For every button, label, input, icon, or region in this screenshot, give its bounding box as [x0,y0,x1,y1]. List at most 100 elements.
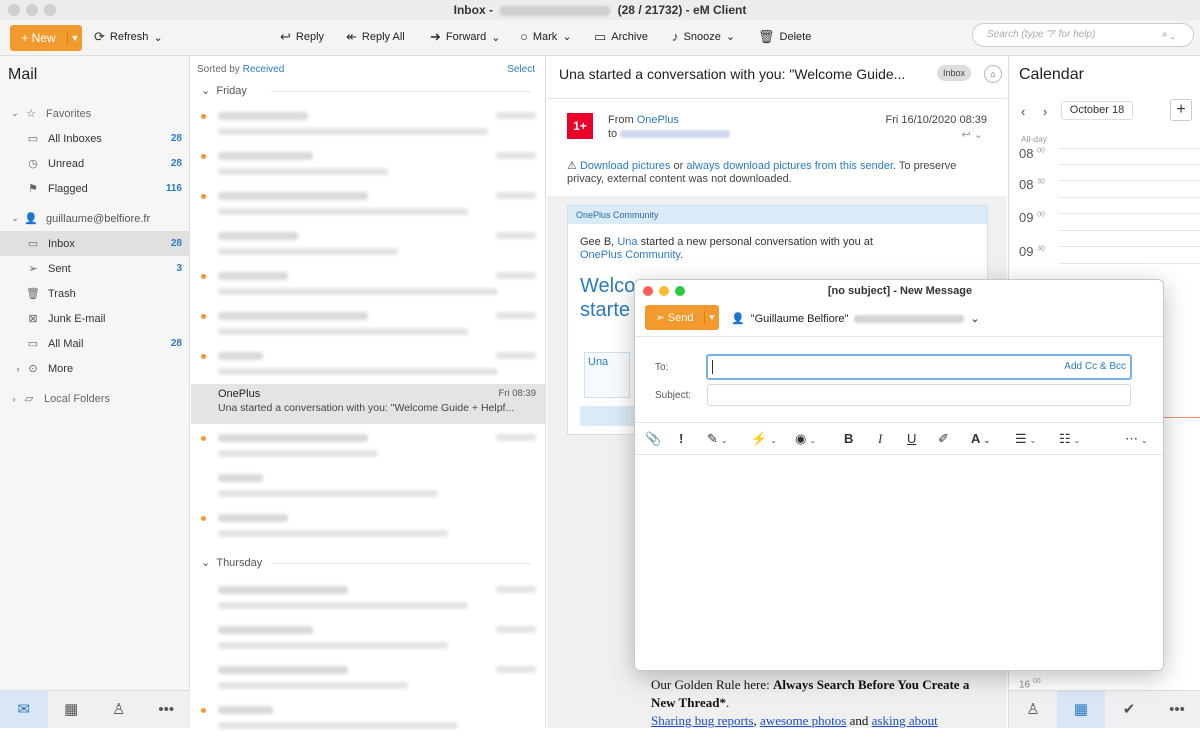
search-icon[interactable]: ⌕ ⌄ [1162,24,1175,46]
calendar-module-icon[interactable]: ▦ [48,691,96,728]
minimize-window-button[interactable] [26,4,38,16]
list-item[interactable] [191,226,546,266]
signature-icon[interactable]: ✎ ⌄ [707,431,728,447]
always-download-link[interactable]: always download pictures from this sende… [686,160,893,172]
list-item-selected[interactable]: OnePlus Una started a conversation with … [191,384,546,424]
new-button[interactable]: + New ▼ [10,25,82,51]
send-button[interactable]: ➢ Send ▼ [645,305,719,330]
subject-field[interactable] [707,384,1131,406]
chevron-down-icon[interactable]: ⌄ [201,85,210,97]
select-button[interactable]: Select [507,64,535,75]
chevron-down-icon[interactable]: ⌄ [201,557,210,569]
send-main[interactable]: ➢ Send [645,311,705,324]
download-pictures-link[interactable]: Download pictures [580,160,671,172]
asking-about-link[interactable]: asking about [872,713,938,728]
list-item[interactable] [191,508,546,548]
mail-module-icon[interactable]: ✉ [0,691,48,728]
search-input[interactable]: Search (type '?' for help) ⌕ ⌄ [972,23,1194,47]
calendar-icon[interactable]: ▦ [1057,691,1105,728]
contacts-icon[interactable]: ♙ [1009,691,1057,728]
list-item[interactable] [191,306,546,346]
group-header-friday[interactable]: ⌄ Friday [201,84,531,97]
sidebar-item-local-folders[interactable]: › ▱ Local Folders [0,386,190,411]
more-modules-icon[interactable]: ••• [143,691,191,728]
italic-icon[interactable]: I [878,431,882,447]
underline-icon[interactable]: U [907,431,916,446]
forward-button[interactable]: ➜ Forward ⌄ [430,29,500,45]
list-item[interactable] [191,580,546,620]
list-item[interactable] [191,428,546,468]
more-icon[interactable]: ••• [1153,691,1200,728]
chevron-right-icon[interactable]: › [10,394,18,404]
zoom-window-button[interactable] [44,4,56,16]
more-options-icon[interactable]: ⋯ ⌄ [1125,431,1148,447]
sidebar-item-sent[interactable]: ➢ Sent 3 [0,256,190,281]
photos-link[interactable]: awesome photos [760,713,846,728]
snooze-button[interactable]: ♪ Snooze ⌄ [672,29,735,44]
chevron-right-icon[interactable]: › [1043,104,1047,119]
list-item[interactable] [191,620,546,660]
new-dropdown-icon[interactable]: ▼ [68,33,82,43]
add-cc-bcc-link[interactable]: Add Cc & Bcc [1064,361,1126,372]
chevron-down-icon[interactable]: ⌄ [8,108,22,119]
reply-icon[interactable]: ↩ ⌄ [962,128,984,141]
user-link[interactable]: Una [617,236,637,248]
chevron-down-icon[interactable]: ⌄ [153,31,162,44]
quick-actions-icon[interactable]: ⚡ ⌄ [751,431,777,447]
reply-button[interactable]: ↩ Reply [280,29,324,45]
clear-format-icon[interactable]: ✐ [938,431,949,447]
sort-label[interactable]: Sorted by Received [197,64,284,75]
list-item[interactable] [191,146,546,186]
sidebar-item-flagged[interactable]: ⚑ Flagged 116 [0,176,190,201]
sidebar-item-more[interactable]: › ⊙ More [0,356,190,381]
chevron-left-icon[interactable]: ‹ [1021,104,1025,119]
send-dropdown-icon[interactable]: ▼ [705,313,719,322]
preview-icon[interactable]: ◉ ⌄ [795,431,816,447]
chevron-down-icon[interactable]: ⌄ [726,30,735,43]
sidebar-item-inbox[interactable]: ▭ Inbox 28 [0,231,190,256]
mark-button[interactable]: ○ Mark ⌄ [520,29,572,44]
list-item[interactable] [191,266,546,306]
chevron-right-icon[interactable]: › [14,364,22,374]
chevron-down-icon[interactable]: ⌄ [970,312,979,325]
list-item[interactable] [191,468,546,508]
sender-link[interactable]: OnePlus [637,114,679,126]
archive-button[interactable]: ▭ Archive [594,29,648,45]
sidebar-item-unread[interactable]: ◷ Unread 28 [0,151,190,176]
new-button-main[interactable]: + New [10,31,68,45]
chevron-down-icon[interactable]: ⌄ [491,31,500,44]
list-item[interactable] [191,186,546,226]
close-window-button[interactable] [8,4,20,16]
bug-reports-link[interactable]: Sharing bug reports [651,713,754,728]
month-selector[interactable]: October 18 [1061,101,1133,120]
community-link[interactable]: OnePlus Community [580,249,680,261]
chevron-down-icon[interactable]: ⌄ [8,213,22,224]
group-header-thursday[interactable]: ⌄ Thursday [201,556,533,569]
folder-badge[interactable]: Inbox [937,65,972,81]
bullet-list-icon[interactable]: ☰ ⌄ [1015,431,1036,447]
importance-icon[interactable]: ! [679,431,683,446]
add-event-button[interactable]: + [1170,99,1192,121]
sidebar-item-all-inboxes[interactable]: ▭ All Inboxes 28 [0,126,190,151]
contacts-module-icon[interactable]: ♙ [95,691,143,728]
list-item[interactable] [191,700,546,740]
tag-icon[interactable]: ⌂ [984,65,1002,83]
bold-icon[interactable]: B [844,431,853,446]
sidebar-item-all-mail[interactable]: ▭ All Mail 28 [0,331,190,356]
account-header[interactable]: ⌄ 👤 guillaume@belfiore.fr [0,206,190,231]
list-item[interactable] [191,660,546,700]
delete-button[interactable]: 🗑 Delete [758,29,811,45]
to-field[interactable]: Add Cc & Bcc [706,354,1132,380]
numbered-list-icon[interactable]: ☷ ⌄ [1059,431,1080,447]
from-selector[interactable]: 👤 "Guillaume Belfiore" ⌄ [731,312,980,326]
refresh-button[interactable]: ⟳ Refresh ⌄ [94,29,163,45]
chevron-down-icon[interactable]: ⌄ [562,30,571,43]
list-item[interactable] [191,106,546,146]
reply-all-button[interactable]: ↞ Reply All [346,29,405,45]
sorted-by-field[interactable]: Received [243,64,285,75]
sidebar-item-junk[interactable]: ⊠ Junk E-mail [0,306,190,331]
una-avatar[interactable]: Una [584,352,630,398]
font-icon[interactable]: A ⌄ [971,431,990,446]
sidebar-item-trash[interactable]: 🗑 Trash [0,281,190,306]
tasks-icon[interactable]: ✔ [1105,691,1153,728]
